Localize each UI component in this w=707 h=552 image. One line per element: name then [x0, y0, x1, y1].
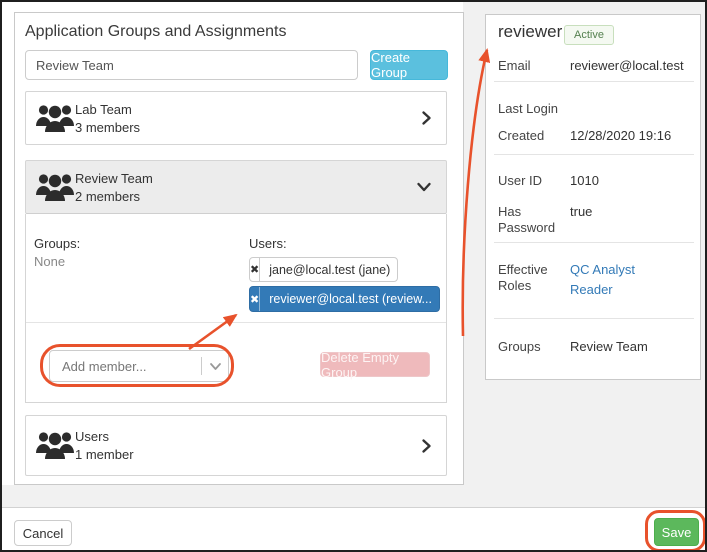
create-group-button[interactable]: Create Group: [370, 50, 448, 80]
email-label: Email: [498, 58, 562, 74]
created-value: 12/28/2020 19:16: [570, 128, 671, 144]
delete-empty-group-button[interactable]: Delete Empty Group: [320, 352, 430, 377]
group-icon: [35, 428, 75, 462]
group-name-input[interactable]: [25, 50, 358, 80]
group-member-count: 2 members: [75, 189, 140, 204]
chevron-right-icon: [421, 110, 432, 126]
member-chip-label: reviewer@local.test (review...: [260, 287, 440, 311]
chevron-right-icon: [421, 438, 432, 454]
groups-value: None: [34, 254, 65, 269]
detail-groups-value: Review Team: [570, 339, 648, 355]
email-value: reviewer@local.test: [570, 58, 684, 74]
page-title: Application Groups and Assignments: [25, 23, 286, 41]
chevron-down-icon: [416, 182, 432, 193]
background-bottom-strip: [2, 485, 705, 507]
expanded-group-detail: Groups: None Users: ✖ jane@local.test (j…: [25, 214, 447, 403]
group-card-users[interactable]: Users 1 member: [25, 415, 447, 476]
group-name: Review Team: [75, 171, 153, 186]
created-label: Created: [498, 128, 562, 144]
groups-label: Groups:: [34, 236, 80, 251]
detail-groups-label: Groups: [498, 339, 562, 355]
groups-panel: Application Groups and Assignments Creat…: [14, 12, 464, 485]
has-password-label: Has Password: [498, 204, 562, 236]
detail-divider: [494, 81, 694, 82]
group-member-count: 3 members: [75, 120, 140, 135]
member-chip-label: jane@local.test (jane): [260, 258, 398, 281]
remove-member-icon[interactable]: ✖: [250, 258, 260, 281]
group-name: Users: [75, 429, 109, 444]
group-card-lab-team[interactable]: Lab Team 3 members: [25, 91, 447, 145]
detail-divider: [494, 318, 694, 319]
footer-divider: [2, 507, 705, 508]
user-name-title: reviewer: [498, 22, 562, 42]
save-button[interactable]: Save: [654, 518, 699, 546]
group-card-review-team[interactable]: Review Team 2 members: [25, 160, 447, 214]
has-password-value: true: [570, 204, 592, 220]
add-member-placeholder: Add member...: [50, 359, 201, 374]
user-detail-panel: reviewer Active Email reviewer@local.tes…: [485, 14, 701, 380]
detail-divider: [494, 242, 694, 243]
cancel-button[interactable]: Cancel: [14, 520, 72, 546]
detail-divider: [494, 154, 694, 155]
status-badge: Active: [564, 25, 614, 45]
group-icon: [35, 101, 75, 135]
role-link-qc-analyst[interactable]: QC Analyst: [570, 262, 635, 278]
group-name: Lab Team: [75, 102, 132, 117]
member-chip-reviewer: ✖ reviewer@local.test (review...: [249, 286, 440, 312]
add-member-select[interactable]: Add member...: [49, 350, 229, 382]
group-member-count: 1 member: [75, 447, 134, 462]
effective-roles-label: Effective Roles: [498, 262, 562, 294]
chevron-down-icon: [202, 362, 228, 371]
section-divider: [26, 322, 446, 323]
remove-member-icon[interactable]: ✖: [250, 287, 260, 311]
users-label: Users:: [249, 236, 287, 251]
user-id-label: User ID: [498, 173, 562, 189]
last-login-label: Last Login: [498, 101, 562, 117]
member-chip-jane: ✖ jane@local.test (jane): [249, 257, 398, 282]
app-window: Application Groups and Assignments Creat…: [0, 0, 707, 552]
group-icon: [35, 170, 75, 204]
role-link-reader[interactable]: Reader: [570, 282, 613, 298]
user-id-value: 1010: [570, 173, 599, 189]
